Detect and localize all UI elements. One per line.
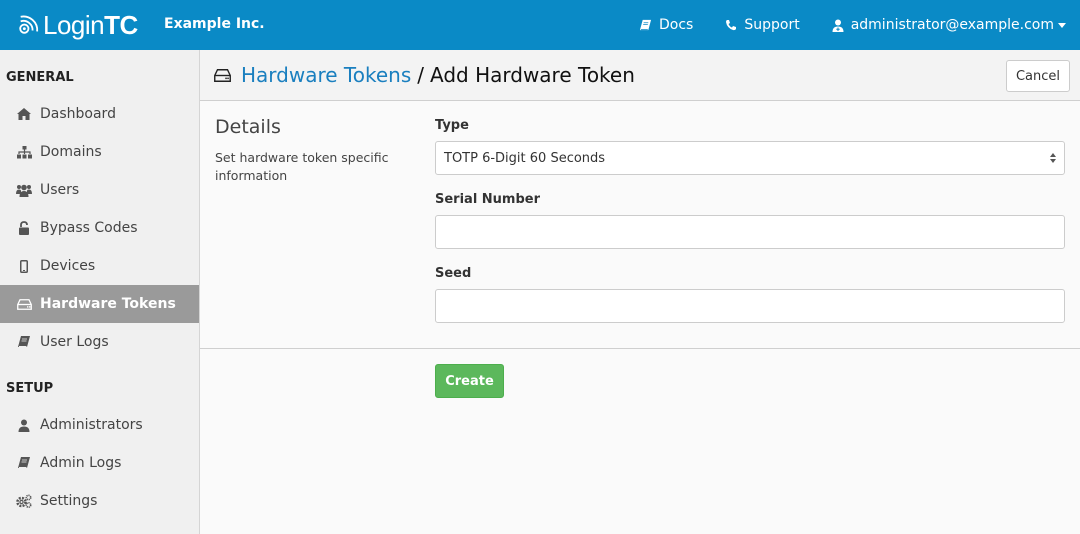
user-icon [16, 417, 32, 433]
signal-logo-icon [19, 15, 39, 34]
sidebar-item-devices[interactable]: Devices [0, 247, 199, 285]
brand-bold: TC [104, 9, 138, 40]
sidebar-item-admin-logs[interactable]: Admin Logs [0, 444, 199, 482]
details-section-title: Details [215, 116, 281, 138]
book-icon [639, 19, 652, 32]
brand-name: LoginTC [43, 10, 138, 41]
sidebar-item-label: User Logs [40, 334, 109, 350]
sitemap-icon [16, 144, 32, 160]
type-label: Type [435, 118, 469, 133]
unlock-icon [16, 220, 32, 236]
seed-label: Seed [435, 266, 472, 281]
breadcrumb-hardware-tokens-link[interactable]: Hardware Tokens [241, 63, 411, 87]
sidebar-heading-general: GENERAL [6, 70, 74, 85]
book-icon [16, 455, 32, 471]
logintc-logo[interactable]: LoginTC [17, 8, 138, 42]
sidebar-item-label: Devices [40, 258, 96, 274]
form-divider [200, 348, 1080, 349]
cancel-button[interactable]: Cancel [1005, 60, 1070, 92]
docs-label: Docs [659, 17, 694, 33]
create-button[interactable]: Create [435, 364, 504, 398]
sidebar-item-bypass-codes[interactable]: Bypass Codes [0, 209, 199, 247]
user-md-icon [832, 19, 844, 32]
sidebar-heading-setup: SETUP [6, 381, 54, 396]
organization-name[interactable]: Example Inc. [164, 16, 265, 32]
gears-icon [16, 493, 32, 509]
brand-light: Login [43, 9, 105, 40]
sidebar-item-dashboard[interactable]: Dashboard [0, 95, 199, 133]
phone-icon [725, 19, 737, 31]
book-icon [16, 334, 32, 350]
hdd-icon [16, 296, 32, 312]
sidebar-item-label: Users [40, 182, 80, 198]
hdd-icon [214, 68, 231, 82]
top-navbar: LoginTC Example Inc. Docs Support admini… [0, 0, 1080, 50]
sidebar-item-label: Settings [40, 493, 98, 509]
sidebar-item-users[interactable]: Users [0, 171, 199, 209]
seed-input[interactable] [435, 289, 1065, 323]
sidebar: GENERAL Dashboard Domains Users Bypass C… [0, 50, 200, 534]
sidebar-item-user-logs[interactable]: User Logs [0, 323, 199, 361]
page-title: Add Hardware Token [430, 63, 635, 87]
serial-number-input[interactable] [435, 215, 1065, 249]
support-link[interactable]: Support [725, 17, 800, 33]
caret-down-icon [1058, 22, 1066, 28]
select-arrows-icon [1050, 153, 1056, 163]
type-selected-value: TOTP 6-Digit 60 Seconds [444, 150, 606, 166]
user-menu-dropdown[interactable]: administrator@example.com [832, 17, 1066, 33]
user-email: administrator@example.com [850, 17, 1054, 33]
sidebar-item-administrators[interactable]: Administrators [0, 406, 199, 444]
sidebar-item-label: Hardware Tokens [40, 296, 176, 312]
breadcrumb-separator: / [417, 63, 424, 87]
navbar-links: Docs Support administrator@example.com [607, 0, 1066, 50]
breadcrumb: Hardware Tokens / Add Hardware Token [214, 63, 635, 87]
sidebar-item-label: Bypass Codes [40, 220, 138, 236]
sidebar-item-label: Domains [40, 144, 102, 160]
sidebar-item-hardware-tokens[interactable]: Hardware Tokens [0, 285, 199, 323]
sidebar-item-label: Admin Logs [40, 455, 122, 471]
home-icon [16, 106, 32, 122]
page-header: Hardware Tokens / Add Hardware Token Can… [200, 50, 1080, 101]
docs-link[interactable]: Docs [639, 17, 693, 33]
sidebar-item-settings[interactable]: Settings [0, 482, 199, 520]
type-select[interactable]: TOTP 6-Digit 60 Seconds [435, 141, 1065, 175]
mobile-icon [16, 258, 32, 274]
sidebar-item-domains[interactable]: Domains [0, 133, 199, 171]
support-label: Support [744, 17, 800, 33]
users-icon [16, 182, 32, 198]
sidebar-item-label: Dashboard [40, 106, 116, 122]
sidebar-item-label: Administrators [40, 417, 143, 433]
serial-number-label: Serial Number [435, 192, 541, 207]
details-section-description: Set hardware token specific information [215, 150, 389, 183]
